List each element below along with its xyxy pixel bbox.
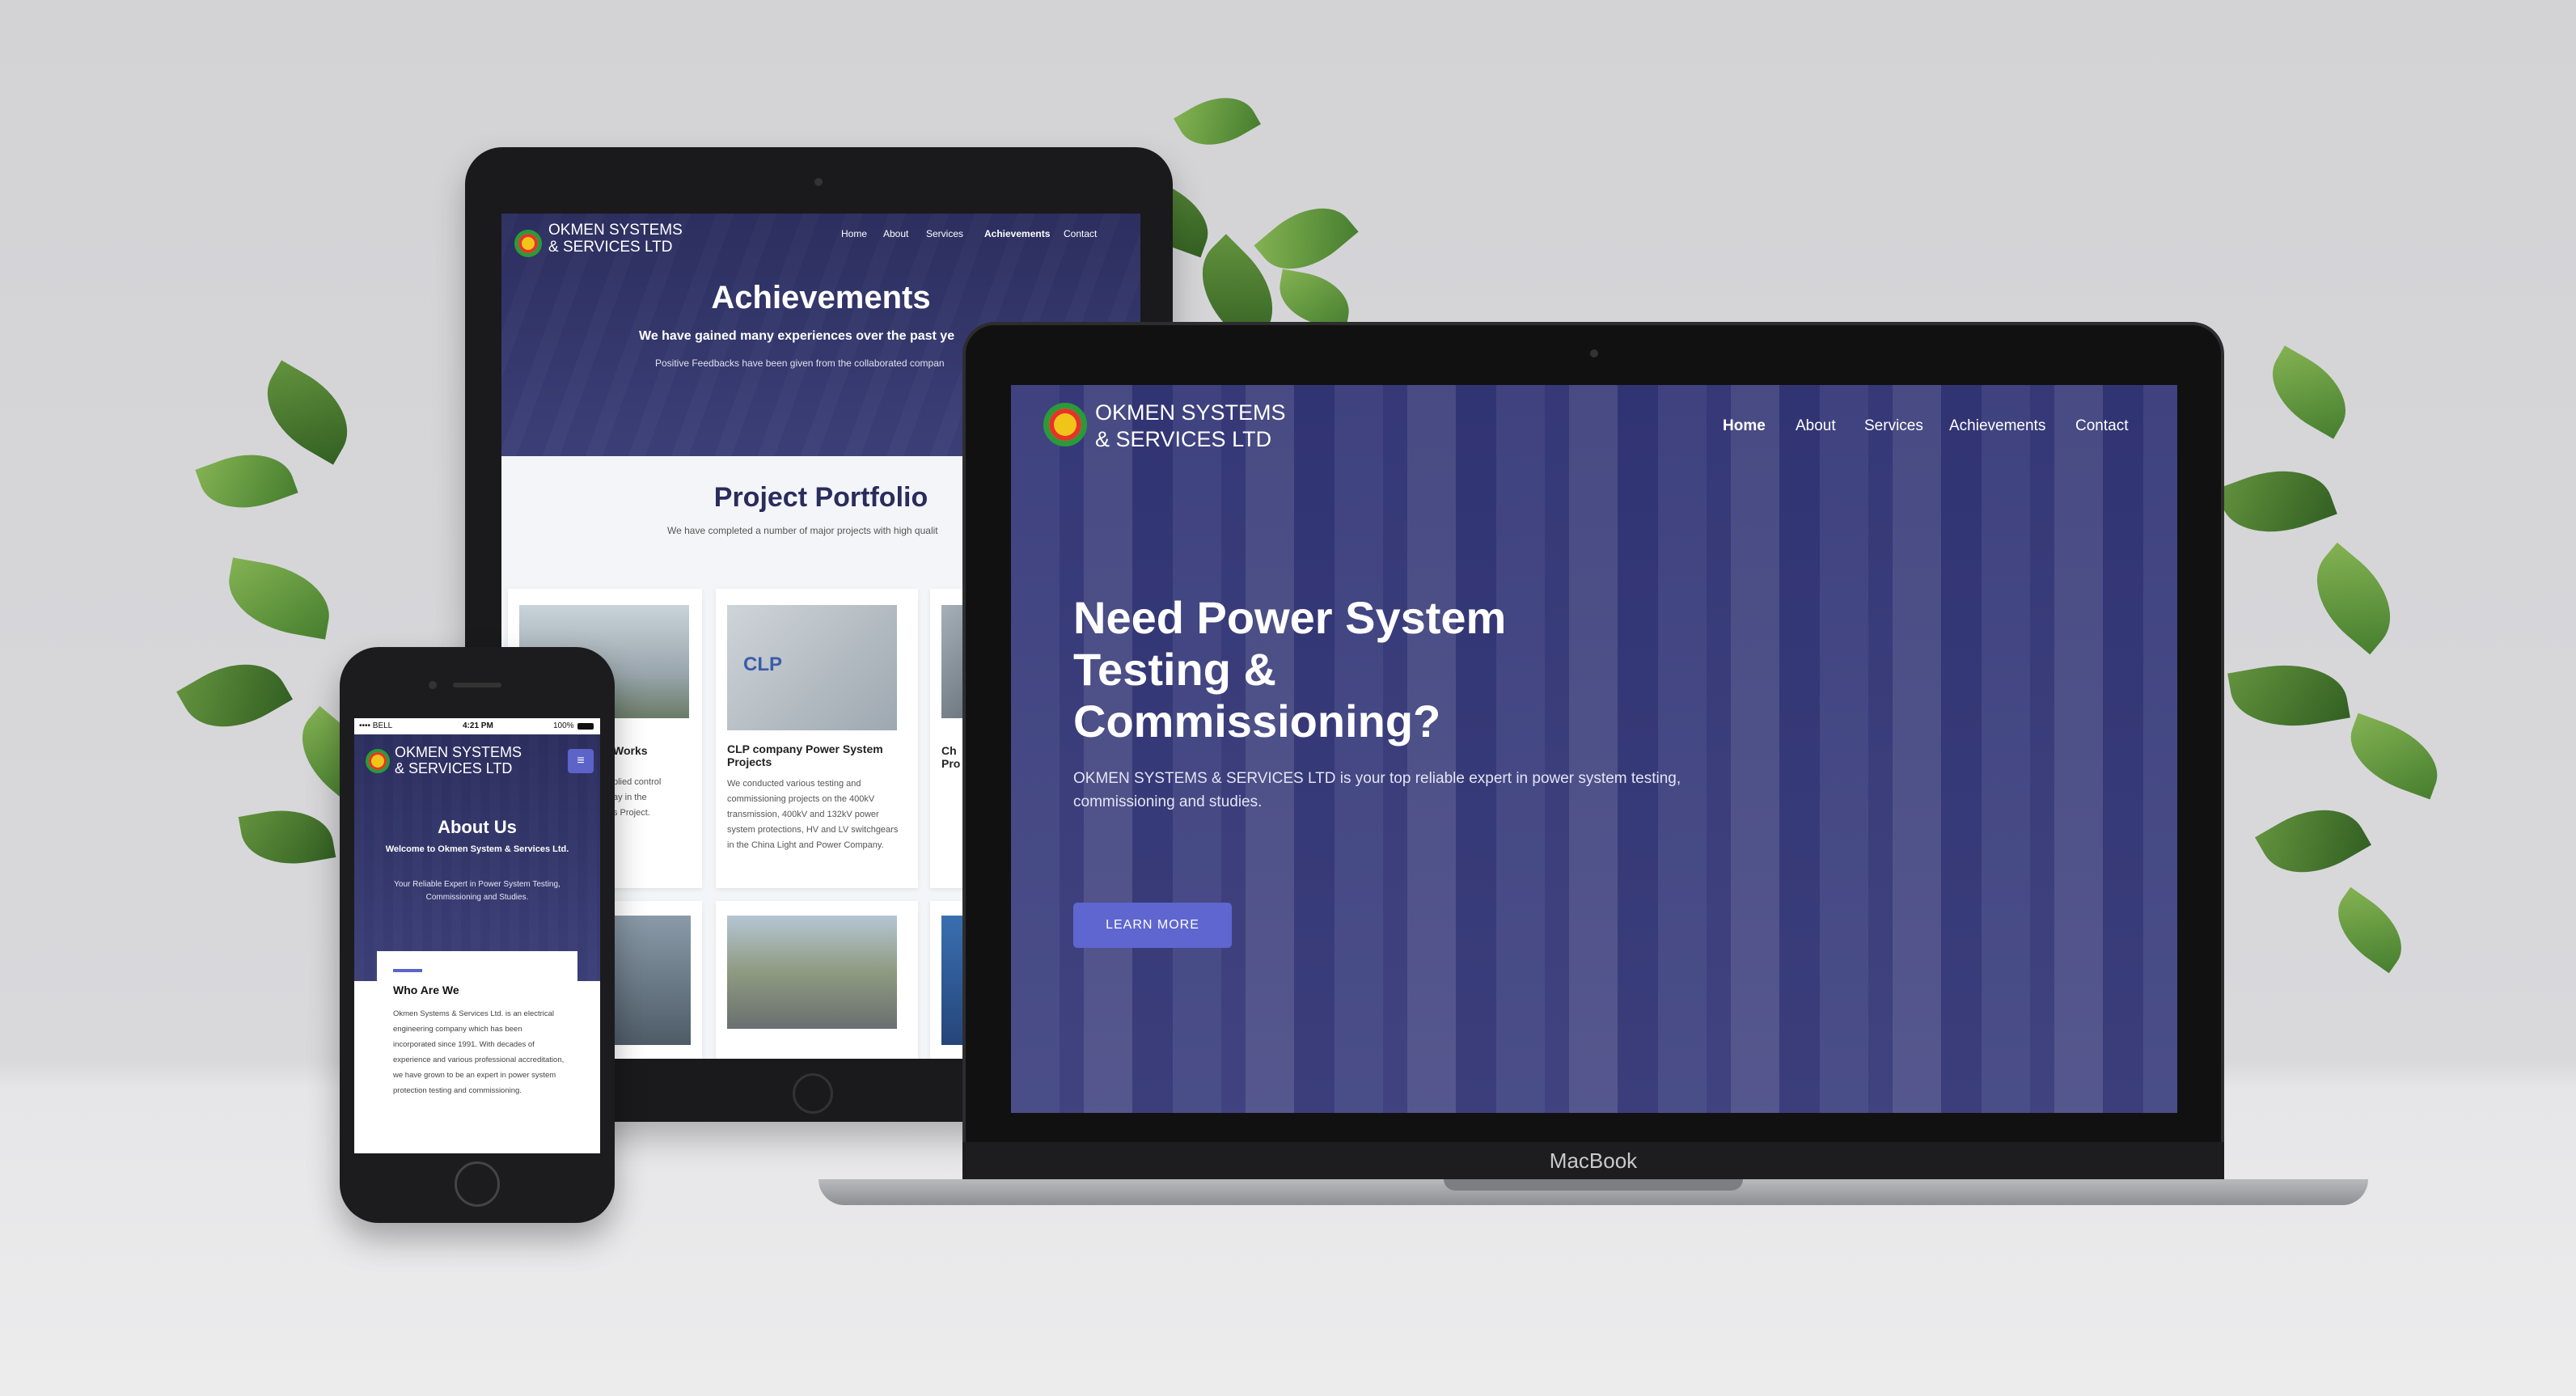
nav-home[interactable]: Home [1723,417,1766,435]
project-title: Works [613,744,648,757]
carrier: •••• BELL [359,721,393,730]
project-card[interactable]: CLP CLP company Power System Projects We… [716,589,918,888]
tablet-home-button[interactable] [793,1073,833,1114]
page-subtitle: Welcome to Okmen System & Services Ltd. [385,844,569,854]
nav-contact[interactable]: Contact [1064,228,1097,239]
project-image: CLP [727,605,897,730]
learn-more-button[interactable]: LEARN MORE [1073,903,1232,948]
nav-home[interactable]: Home [841,228,867,239]
card-text: Okmen Systems & Services Ltd. is an elec… [393,1009,565,1095]
page-title: Achievements [711,280,931,315]
laptop-screen: OKMEN SYSTEMS & SERVICES LTD Home About … [1011,385,2177,1113]
phone-home-button[interactable] [455,1161,500,1207]
project-card[interactable] [716,901,918,1059]
laptop-brand[interactable]: OKMEN SYSTEMS & SERVICES LTD [1095,400,1286,453]
project-image [613,916,691,1045]
tablet-camera [814,178,823,186]
project-title: CLP company Power System Projects [727,742,883,768]
nav-contact[interactable]: Contact [2075,417,2128,435]
project-text-line: s Project. [613,808,650,818]
phone-brand[interactable]: OKMEN SYSTEMS & SERVICES LTD [395,744,522,776]
nav-about[interactable]: About [1796,417,1836,435]
project-image [727,916,897,1029]
nav-achievements[interactable]: Achievements [1949,417,2045,435]
tablet-brand[interactable]: OKMEN SYSTEMS & SERVICES LTD [548,222,683,256]
laptop-notch [1444,1179,1743,1191]
phone-camera [429,681,437,689]
page-title: About Us [438,817,517,837]
who-are-we-card: Who Are We Okmen Systems & Services Ltd.… [377,951,577,1153]
phone-device: •••• BELL 4:21 PM 100% OKMEN SYSTEMS & S… [340,647,615,1223]
project-title-line: Ch [941,744,957,757]
nav-achievements[interactable]: Achievements [984,228,1050,239]
brand-line-2: & SERVICES LTD [1095,427,1272,451]
page-intro-text: Your Reliable Expert in Power System Tes… [394,880,560,902]
device-label: MacBook [1549,1149,1638,1173]
card-title: Who Are We [393,984,459,996]
brand-line-1: OKMEN SYSTEMS [548,222,683,239]
hero-text: OKMEN SYSTEMS & SERVICES LTD is your top… [1073,770,1681,810]
brand-line-1: OKMEN SYSTEMS [395,744,522,760]
nav-services[interactable]: Services [1864,417,1923,435]
hero-headline: Need Power System Testing & Commissionin… [1073,592,1507,747]
brand-line-1: OKMEN SYSTEMS [1095,400,1286,425]
phone-speaker [453,683,501,687]
accent-bar [393,969,422,972]
project-text-line: plied control [613,777,662,787]
nav-services[interactable]: Services [926,228,963,239]
battery-level: 100% [553,721,574,730]
brand-line-2: & SERVICES LTD [548,239,673,256]
project-text: plied control ay in the s Project. [613,775,661,821]
project-title-line: Pro [941,757,961,770]
project-title: Ch Pro [941,744,960,770]
status-bar: •••• BELL 4:21 PM 100% [354,718,600,734]
brand-line-2: & SERVICES LTD [395,760,513,776]
status-time: 4:21 PM [463,721,493,730]
project-text-line: ay in the [613,793,647,802]
clp-sign: CLP [743,654,782,675]
project-text: We conducted various testing and commiss… [727,779,899,850]
hamburger-menu-icon[interactable]: ≡ [568,749,594,773]
laptop-camera [1590,349,1598,357]
phone-screen: •••• BELL 4:21 PM 100% OKMEN SYSTEMS & S… [354,718,600,1153]
nav-about[interactable]: About [883,228,908,239]
battery-icon [577,723,594,730]
